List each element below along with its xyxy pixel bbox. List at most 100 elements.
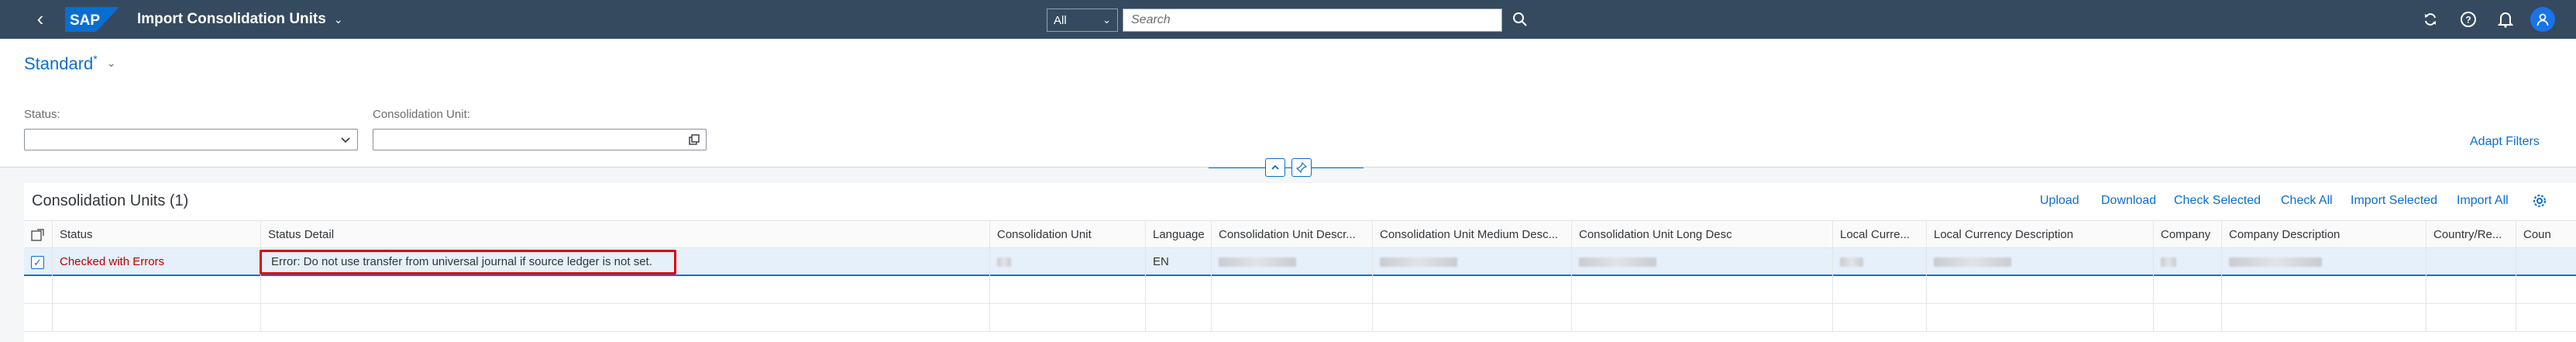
- status-filter-select[interactable]: [24, 129, 358, 150]
- redacted-value: [1840, 257, 1863, 268]
- consolidation-unit-filter-input[interactable]: [373, 129, 707, 150]
- empty-cell: [2516, 276, 2576, 304]
- download-button[interactable]: Download: [2101, 194, 2156, 208]
- back-icon[interactable]: ‹: [31, 9, 50, 29]
- row-cu-medium-desc: [1373, 248, 1572, 276]
- row-local-currency: [1833, 248, 1927, 276]
- col-header-status[interactable]: Status: [53, 221, 261, 249]
- check-selected-button[interactable]: Check Selected: [2174, 194, 2261, 208]
- col-header-company-desc[interactable]: Company Description: [2222, 221, 2426, 249]
- check-all-button[interactable]: Check All: [2281, 194, 2333, 208]
- adapt-filters-button[interactable]: Adapt Filters: [2470, 135, 2540, 149]
- user-avatar[interactable]: [2530, 7, 2555, 32]
- chevron-down-icon: [341, 137, 350, 143]
- pin-icon: [1296, 162, 1307, 173]
- empty-cell: [2516, 304, 2576, 332]
- empty-cell: [1572, 304, 1833, 332]
- redacted-value: [2229, 257, 2322, 268]
- collapse-header-button[interactable]: [1265, 158, 1285, 177]
- col-header-country[interactable]: Country/Re...: [2426, 221, 2516, 249]
- status-filter-label: Status:: [24, 108, 60, 121]
- col-header-status-detail[interactable]: Status Detail: [261, 221, 990, 249]
- search-scope-value: All: [1054, 13, 1067, 27]
- row-cu-description: [1212, 248, 1373, 276]
- variant-name: Standard: [24, 54, 94, 74]
- table-header-row: Status Status Detail Consolidation Unit …: [24, 220, 2576, 249]
- col-header-cu-long-desc[interactable]: Consolidation Unit Long Desc: [1572, 221, 1833, 249]
- search-icon[interactable]: [1511, 10, 1529, 29]
- col-header-language[interactable]: Language: [1146, 221, 1212, 249]
- svg-text:?: ?: [2465, 15, 2471, 26]
- search-scope-select[interactable]: All ⌄: [1047, 9, 1118, 32]
- empty-cell: [1833, 276, 1927, 304]
- error-highlight-box: [260, 250, 676, 275]
- empty-cell: [1927, 276, 2154, 304]
- empty-cell: [53, 304, 261, 332]
- search-input[interactable]: Search: [1123, 9, 1502, 32]
- empty-cell: [1212, 304, 1373, 332]
- import-selected-button[interactable]: Import Selected: [2351, 194, 2437, 208]
- sync-icon[interactable]: [2421, 10, 2440, 29]
- row-checkbox[interactable]: ✓: [31, 256, 44, 269]
- redacted-value: [1380, 257, 1457, 268]
- col-header-company[interactable]: Company: [2154, 221, 2222, 249]
- gear-icon[interactable]: [2530, 192, 2549, 210]
- import-all-button[interactable]: Import All: [2457, 194, 2509, 208]
- variant-modified-marker: *: [93, 53, 98, 65]
- consolidation-unit-filter-label: Consolidation Unit:: [373, 108, 470, 121]
- table-row-empty: [24, 304, 2576, 332]
- consolidation-units-table-panel: Consolidation Units (1) Upload Download …: [24, 183, 2576, 342]
- empty-cell: [2154, 304, 2222, 332]
- empty-cell: [2426, 304, 2516, 332]
- row-company-desc: [2222, 248, 2426, 276]
- table-title: Consolidation Units (1): [32, 192, 189, 209]
- empty-cell: [261, 276, 990, 304]
- empty-cell: [990, 276, 1146, 304]
- empty-cell: [1146, 304, 1212, 332]
- shell-bar: ‹ SAP Import Consolidation Units ⌄ All ⌄…: [0, 0, 2576, 39]
- col-header-coun[interactable]: Coun: [2516, 221, 2576, 249]
- empty-cell: [2222, 304, 2426, 332]
- bell-icon[interactable]: [2496, 10, 2515, 29]
- filter-header: Standard* ⌄ Status: Consolidation Unit: …: [0, 39, 2576, 177]
- chevron-down-icon: ⌄: [106, 57, 116, 70]
- col-header-cu-description[interactable]: Consolidation Unit Descr...: [1212, 221, 1373, 249]
- redacted-value: [1579, 257, 1656, 268]
- empty-cell: [1927, 304, 2154, 332]
- empty-cell: [990, 304, 1146, 332]
- empty-cell: [1146, 276, 1212, 304]
- row-company: [2154, 248, 2222, 276]
- chevron-up-icon: [1271, 164, 1279, 170]
- value-help-icon[interactable]: [687, 133, 701, 147]
- col-header-local-currency-desc[interactable]: Local Currency Description: [1927, 221, 2154, 249]
- col-header-cu-medium-desc[interactable]: Consolidation Unit Medium Desc...: [1373, 221, 1572, 249]
- app-title: Import Consolidation Units: [137, 11, 326, 27]
- table-row[interactable]: ✓ Checked with Errors Error: Do not use …: [24, 248, 2576, 276]
- table-row-empty: [24, 276, 2576, 304]
- help-icon[interactable]: ?: [2459, 10, 2478, 29]
- empty-cell: [1373, 276, 1572, 304]
- row-cu-long-desc: [1572, 248, 1833, 276]
- redacted-value: [997, 257, 1011, 268]
- redacted-value: [2161, 257, 2176, 268]
- select-all-header[interactable]: [24, 221, 53, 249]
- pin-header-button[interactable]: [1291, 158, 1312, 177]
- upload-button[interactable]: Upload: [2040, 194, 2079, 208]
- empty-cell: [24, 276, 53, 304]
- empty-cell: [2154, 276, 2222, 304]
- empty-cell: [2222, 276, 2426, 304]
- variant-selector[interactable]: Standard* ⌄: [24, 53, 115, 74]
- chevron-down-icon: ⌄: [1102, 14, 1111, 26]
- empty-cell: [1212, 276, 1373, 304]
- row-language: EN: [1146, 248, 1212, 276]
- col-header-local-currency[interactable]: Local Curre...: [1833, 221, 1927, 249]
- select-all-icon: [31, 229, 44, 241]
- row-local-currency-desc: [1927, 248, 2154, 276]
- empty-cell: [1373, 304, 1572, 332]
- empty-cell: [53, 276, 261, 304]
- svg-text:SAP: SAP: [70, 12, 100, 29]
- sap-logo[interactable]: SAP: [65, 7, 119, 32]
- app-title-menu[interactable]: Import Consolidation Units ⌄: [137, 11, 343, 28]
- col-header-consolidation-unit[interactable]: Consolidation Unit: [990, 221, 1146, 249]
- row-select-cell[interactable]: ✓: [24, 248, 53, 276]
